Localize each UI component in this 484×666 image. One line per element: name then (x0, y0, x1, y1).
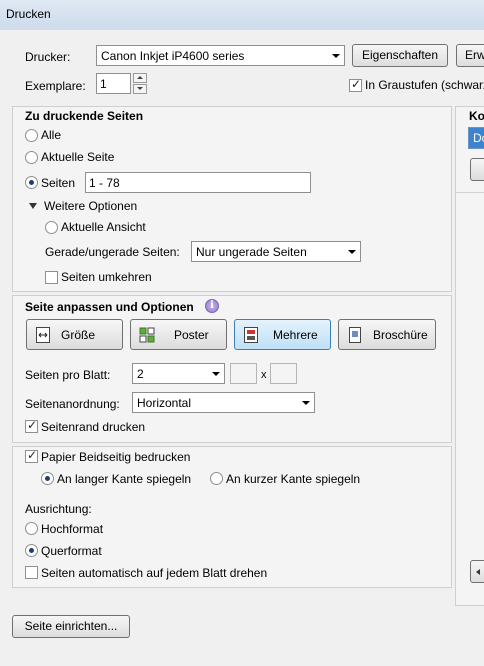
copies-up-button[interactable] (133, 73, 147, 83)
chevron-left-icon (476, 569, 480, 575)
copies-down-button[interactable] (133, 84, 147, 94)
even-odd-label: Gerade/ungerade Seiten: (45, 245, 180, 259)
comments-summary-button[interactable] (470, 158, 484, 181)
page-order-label: Seitenanordnung: (25, 397, 120, 411)
chevron-down-icon (297, 393, 314, 412)
multiple-button[interactable]: Mehrere (234, 319, 331, 350)
page-order-value: Horizontal (137, 396, 192, 410)
pages-range-radio[interactable] (25, 176, 38, 189)
long-edge-label: An langer Kante spiegeln (57, 472, 192, 486)
chevron-down-icon (207, 364, 224, 383)
more-options-label[interactable]: Weitere Optionen (44, 199, 137, 213)
booklet-icon (347, 326, 363, 344)
poster-button-label: Poster (174, 328, 209, 342)
pages-current-radio[interactable] (25, 151, 38, 164)
size-button[interactable]: Größe (26, 319, 123, 350)
orientation-label: Ausrichtung: (25, 502, 92, 516)
even-odd-select[interactable]: Nur ungerade Seiten (191, 241, 361, 262)
comments-select-value: Do (473, 131, 484, 145)
pages-range-input[interactable]: 1 - 78 (85, 172, 311, 193)
even-odd-value: Nur ungerade Seiten (196, 245, 307, 259)
printer-select[interactable]: Canon Inkjet iP4600 series (96, 45, 345, 66)
comments-title: Ko (469, 109, 484, 123)
current-view-label: Aktuelle Ansicht (61, 220, 146, 234)
pages-current-label: Aktuelle Seite (41, 150, 115, 164)
advanced-button-label: Erw (465, 48, 484, 62)
poster-tiles-icon (139, 326, 155, 344)
duplex-label: Papier Beidseitig bedrucken (41, 450, 191, 464)
expand-triangle-icon[interactable] (29, 203, 37, 209)
times-label: x (261, 369, 267, 381)
short-edge-label: An kurzer Kante spiegeln (226, 472, 361, 486)
pages-section-title: Zu druckende Seiten (25, 109, 144, 123)
page-order-select[interactable]: Horizontal (132, 392, 315, 413)
printer-label: Drucker: (25, 50, 71, 64)
comments-panel (455, 106, 484, 606)
chevron-up-icon (137, 76, 143, 79)
chevron-down-icon (343, 242, 360, 261)
pages-per-sheet-select[interactable]: 2 (132, 363, 225, 384)
reverse-pages-label: Seiten umkehren (61, 270, 152, 284)
portrait-label: Hochformat (41, 522, 104, 536)
pages-all-label: Alle (41, 128, 62, 142)
resize-page-icon (35, 326, 51, 344)
copies-input-value: 1 (100, 77, 107, 91)
pages-range-label: Seiten (41, 176, 76, 190)
divider (456, 192, 484, 193)
multiple-button-label: Mehrere (273, 328, 318, 342)
landscape-label: Querformat (41, 544, 102, 558)
current-view-radio[interactable] (45, 221, 58, 234)
print-dialog: Drucker: Canon Inkjet iP4600 series Eige… (0, 30, 484, 666)
multiple-pages-icon (243, 326, 259, 344)
page-setup-button-label: Seite einrichten... (24, 619, 118, 633)
auto-rotate-checkbox[interactable] (25, 566, 38, 579)
pages-per-sheet-value: 2 (137, 367, 144, 381)
advanced-button[interactable]: Erw (456, 44, 484, 67)
chevron-down-icon (327, 46, 344, 65)
print-border-checkbox[interactable] (25, 418, 38, 433)
copies-label: Exemplare: (25, 79, 86, 93)
chevron-down-icon (137, 87, 143, 90)
landscape-radio[interactable] (25, 544, 38, 557)
title-bar: Drucken (0, 0, 484, 31)
auto-rotate-label: Seiten automatisch auf jedem Blatt drehe… (41, 566, 268, 580)
copies-input[interactable]: 1 (96, 73, 131, 94)
poster-button[interactable]: Poster (130, 319, 227, 350)
booklet-button-label: Broschüre (373, 328, 428, 342)
pages-range-value: 1 - 78 (89, 176, 120, 190)
fit-section-title: Seite anpassen und Optionen (25, 300, 194, 314)
preview-nav-button[interactable] (470, 560, 484, 583)
properties-button-label: Eigenschaften (361, 48, 439, 62)
properties-button[interactable]: Eigenschaften (352, 44, 448, 67)
window-title: Drucken (6, 7, 51, 21)
duplex-checkbox[interactable] (25, 448, 38, 463)
booklet-button[interactable]: Broschüre (338, 319, 436, 350)
columns-input[interactable] (230, 363, 257, 384)
grayscale-checkbox[interactable] (349, 77, 362, 92)
size-button-label: Größe (61, 328, 96, 342)
long-edge-radio[interactable] (41, 472, 54, 485)
rows-input[interactable] (270, 363, 297, 384)
comments-select[interactable]: Do (468, 127, 484, 149)
short-edge-radio[interactable] (210, 472, 223, 485)
grayscale-label: In Graustufen (schwarz (365, 78, 484, 92)
info-icon[interactable]: i (205, 299, 219, 313)
pages-per-sheet-label: Seiten pro Blatt: (25, 368, 111, 382)
print-border-label: Seitenrand drucken (41, 420, 146, 434)
reverse-pages-checkbox[interactable] (45, 271, 58, 284)
page-setup-button[interactable]: Seite einrichten... (12, 615, 130, 638)
printer-select-value: Canon Inkjet iP4600 series (101, 49, 245, 63)
pages-all-radio[interactable] (25, 129, 38, 142)
portrait-radio[interactable] (25, 522, 38, 535)
